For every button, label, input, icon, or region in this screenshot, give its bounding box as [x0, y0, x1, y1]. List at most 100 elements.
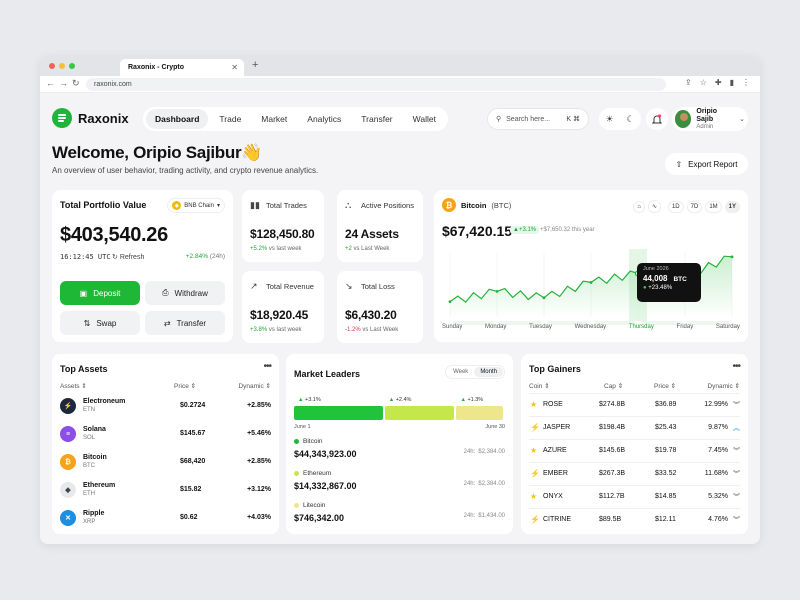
portfolio-change-period: (24h) [209, 253, 225, 260]
chevron-double-down-icon[interactable]: ︾ [733, 400, 740, 410]
bookmark-icon[interactable]: ☆ [700, 78, 707, 87]
gainer-row[interactable]: ⚡ CITRINE $89.5B $12.11 4.76% ︾ [529, 508, 740, 530]
column-header-assets[interactable]: Assets ⇕ [60, 382, 87, 390]
chain-selector[interactable]: ◆ BNB Chain ▾ [167, 198, 225, 213]
user-menu[interactable]: Oripio Sajib Admin ⌄ [672, 107, 748, 131]
portfolio-change-value: +2.84% [185, 253, 208, 260]
period-tab-month[interactable]: Month [474, 367, 503, 377]
data-point[interactable] [448, 300, 452, 304]
theme-toggle[interactable]: ☀ ☾ [599, 108, 641, 130]
stat-change-value: +2 [345, 246, 352, 252]
leader-row[interactable]: Ethereum $14,332,867.00 24h: $2,384.00 [294, 470, 505, 500]
gainer-row[interactable]: ★ AZURE $145.6B $19.78 7.45% ︾ [529, 439, 740, 461]
more-options-icon[interactable]: ••• [263, 361, 271, 372]
period-tab-week[interactable]: Week [447, 367, 474, 377]
sun-icon[interactable]: ☀ [605, 114, 613, 125]
browser-tab-bar: Raxonix - Crypto ✕ + [40, 56, 760, 76]
new-tab-icon[interactable]: + [252, 59, 258, 71]
transfer-button[interactable]: ⇄ Transfer [145, 311, 225, 335]
share-icon[interactable]: ⇪ [685, 78, 692, 87]
search-shortcut: K ⌘ [566, 116, 580, 123]
chevron-double-down-icon[interactable]: ︾ [733, 469, 740, 479]
range-button-7d[interactable]: 7D [686, 200, 703, 213]
range-button-1d[interactable]: 1D [667, 200, 684, 213]
export-report-button[interactable]: ⇧ Export Report [665, 153, 748, 175]
browser-action-icons[interactable]: ⇪ ☆ ✚ ▮ ⋮ [685, 78, 750, 87]
share-pct: +3.1% [304, 397, 321, 403]
deposit-button[interactable]: ▣ Deposit [60, 281, 140, 305]
leader-row[interactable]: Bitcoin $44,343,923.00 24h: $2,384.00 [294, 438, 505, 468]
column-header-cap[interactable]: Cap ⇕ [604, 382, 623, 390]
range-button-1m[interactable]: 1M [705, 200, 722, 213]
range-button-1y[interactable]: 1Y [724, 200, 740, 213]
data-point[interactable] [495, 290, 499, 293]
refresh-button[interactable]: ↻ Refresh [112, 253, 144, 261]
maximize-window-button[interactable] [69, 63, 75, 69]
column-header-price[interactable]: Price ⇕ [654, 382, 676, 390]
data-point[interactable] [589, 281, 593, 284]
column-header-dynamic[interactable]: Dynamic ⇕ [238, 382, 271, 390]
share-bar[interactable] [456, 406, 503, 420]
share-bar[interactable] [384, 406, 455, 420]
asset-row[interactable]: ✕ Ripple XRP $0.62 +4.03% [60, 506, 271, 534]
notifications-button[interactable] [646, 108, 668, 130]
nav-tab-wallet[interactable]: Wallet [404, 109, 445, 129]
nav-tab-analytics[interactable]: Analytics [298, 109, 350, 129]
nav-tab-transfer[interactable]: Transfer [352, 109, 401, 129]
chevron-double-up-icon[interactable]: ︽ [733, 423, 740, 433]
gainer-row[interactable]: ⚡ EMBER $267.3B $33.52 11.68% ︾ [529, 462, 740, 484]
data-point[interactable] [542, 296, 546, 300]
browser-nav-icons[interactable]: ←→↻ [46, 78, 84, 89]
nav-tab-market[interactable]: Market [252, 109, 296, 129]
browser-tab[interactable]: Raxonix - Crypto ✕ [120, 59, 244, 76]
gainer-price: $25.43 [655, 424, 677, 431]
gainer-dynamic: 7.45% [708, 447, 728, 454]
asset-row[interactable]: ⚡ Electroneum ETN $0.2724 +2.85% [60, 394, 271, 422]
x-tick-label: Tuesday [529, 324, 552, 330]
asset-row[interactable]: ◆ Ethereum ETH $15.82 +3.12% [60, 478, 271, 506]
close-window-button[interactable] [49, 63, 55, 69]
column-header-dynamic[interactable]: Dynamic ⇕ [707, 382, 740, 390]
nav-tab-dashboard[interactable]: Dashboard [146, 109, 209, 129]
withdraw-button[interactable]: ⎙ Withdraw [145, 281, 225, 305]
bitcoin-price: $67,420.15 [442, 223, 513, 239]
line-chart-icon[interactable]: ∿ [647, 200, 661, 213]
data-point[interactable] [730, 255, 734, 259]
gainer-row[interactable]: ⚡ JASPER $198.4B $25.43 9.87% ︽ [529, 416, 740, 438]
search-input[interactable]: ⚲ Search here... K ⌘ [487, 108, 589, 130]
asset-row[interactable]: ≡ Solana SOL $145.67 +5.46% [60, 422, 271, 450]
menu-icon[interactable]: ⋮ [742, 78, 750, 87]
leader-row[interactable]: Litecoin $746,342.00 24h: $1,434.00 [294, 502, 505, 532]
gainer-row[interactable]: ★ ONYX $112.7B $14.85 5.32% ︾ [529, 485, 740, 507]
brand-logo[interactable]: Raxonix [52, 108, 129, 128]
chevron-double-down-icon[interactable]: ︾ [733, 446, 740, 456]
more-options-icon[interactable]: ••• [732, 361, 740, 372]
up-arrow-icon: ▲ [388, 397, 396, 403]
chevron-double-down-icon[interactable]: ︾ [733, 492, 740, 502]
asset-price: $145.67 [180, 430, 206, 437]
range-selector: ⌂ ∿ 1D 7D 1M 1Y [633, 200, 740, 213]
refresh-icon: ↻ [112, 254, 118, 261]
extensions-icon[interactable]: ✚ [715, 78, 722, 87]
nav-tab-trade[interactable]: Trade [210, 109, 250, 129]
ripple-icon: ✕ [60, 510, 76, 526]
share-bar[interactable] [294, 406, 383, 420]
column-header-coin[interactable]: Coin ⇕ [529, 382, 550, 390]
network-icon: ⛬ [345, 200, 352, 210]
column-header-price[interactable]: Price ⇕ [174, 382, 196, 390]
stat-change-value: +5.2% [250, 246, 268, 252]
bitcoin-change-value: +3.1% [518, 227, 537, 233]
leader-delta-value: $1,434.00 [478, 513, 505, 519]
swap-button[interactable]: ⇅ Swap [60, 311, 140, 335]
chevron-double-down-icon[interactable]: ︾ [733, 515, 740, 525]
home-icon[interactable]: ⌂ [633, 200, 645, 213]
address-bar[interactable]: raxonix.com [86, 78, 666, 91]
moon-icon[interactable]: ☾ [626, 114, 634, 125]
sidebar-icon[interactable]: ▮ [730, 78, 734, 87]
asset-row[interactable]: ₿ Bitcoin BTC $68,420 +2.85% [60, 450, 271, 478]
gainer-row[interactable]: ★ ROSE $274.8B $36.89 12.99% ︾ [529, 393, 740, 415]
minimize-window-button[interactable] [59, 63, 65, 69]
leader-delta: 24h: $2,384.00 [464, 481, 505, 487]
close-tab-icon[interactable]: ✕ [231, 63, 238, 72]
asset-name: Electroneum [83, 398, 126, 405]
